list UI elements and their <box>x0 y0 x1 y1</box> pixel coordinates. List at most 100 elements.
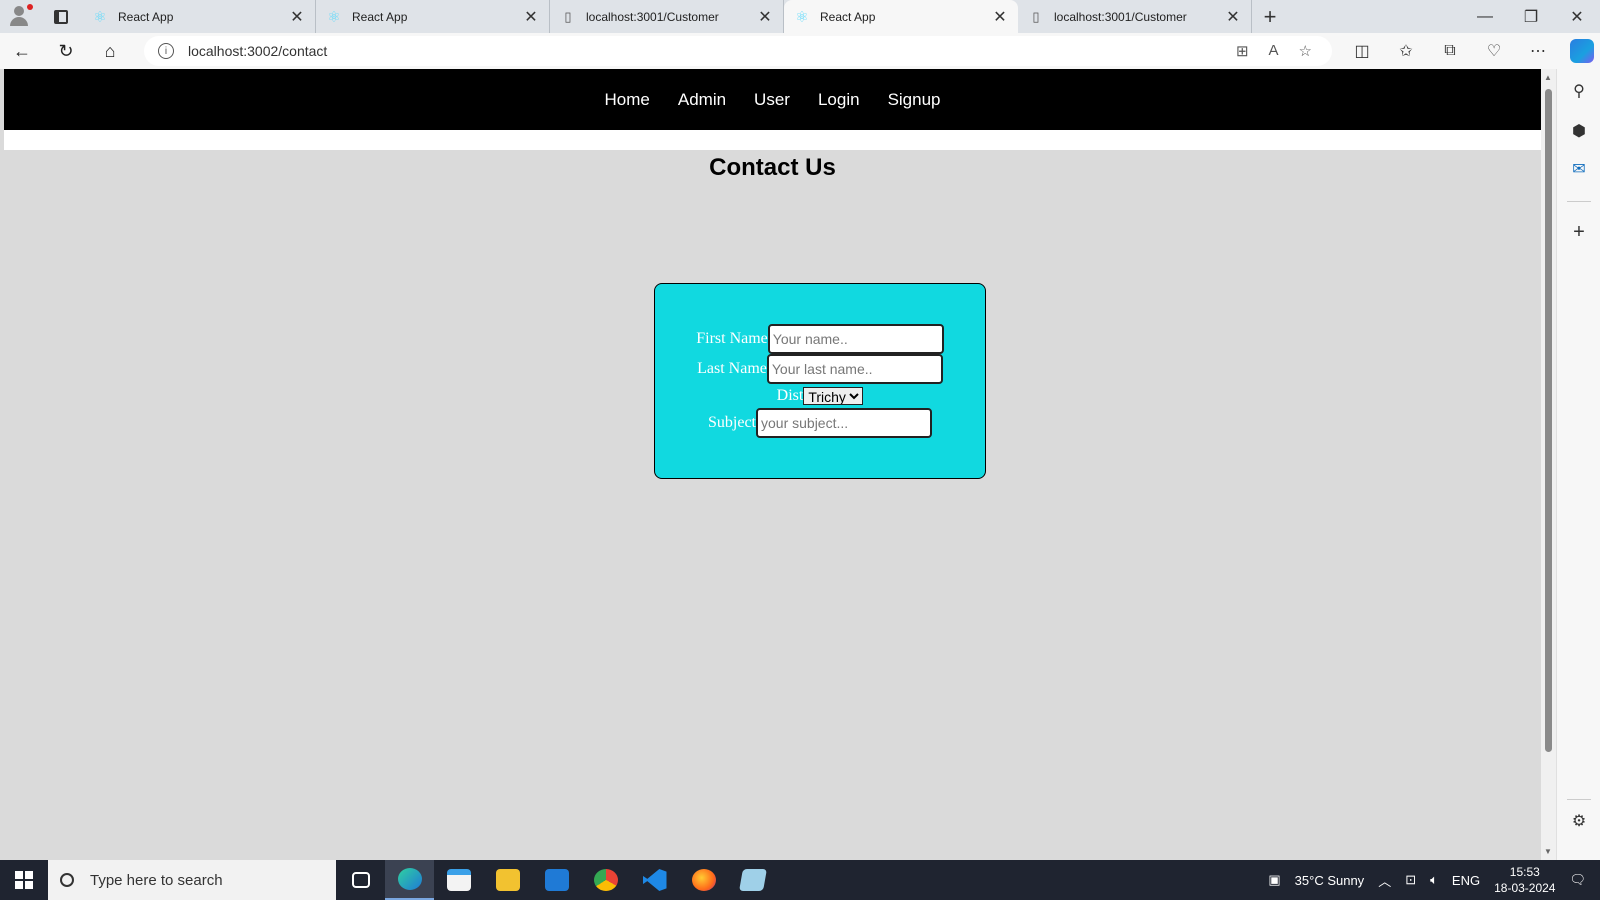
dist-select[interactable]: Trichy <box>803 387 864 405</box>
browser-tab[interactable]: ⚛ React App ✕ <box>316 0 550 33</box>
edge-sidebar: ⚲ ⬢ ✉ + ⚙ <box>1556 69 1600 860</box>
page-viewport: Home Admin User Login Signup Contact Us … <box>4 69 1541 860</box>
top-navbar: Home Admin User Login Signup <box>4 69 1541 130</box>
more-menu-icon[interactable]: ⋯ <box>1516 33 1560 69</box>
last-name-input[interactable] <box>766 354 943 384</box>
first-name-input[interactable] <box>767 324 944 354</box>
copilot-icon[interactable] <box>1570 39 1594 63</box>
app-available-icon[interactable]: ⊞ <box>1236 42 1249 60</box>
close-icon[interactable]: ✕ <box>523 7 539 27</box>
nav-link-user[interactable]: User <box>740 90 804 110</box>
dist-row: Dist Trichy <box>655 384 985 408</box>
nav-link-home[interactable]: Home <box>591 90 664 110</box>
tab-title: localhost:3001/Customer <box>1054 9 1187 24</box>
profile-avatar-icon[interactable] <box>0 0 40 33</box>
tab-title: localhost:3001/Customer <box>586 9 719 24</box>
scrollbar-thumb[interactable] <box>1545 89 1552 752</box>
microsoft-store-icon[interactable] <box>434 860 483 900</box>
search-icon <box>60 873 74 887</box>
clock-time: 15:53 <box>1509 865 1540 879</box>
first-name-label: First Name <box>696 330 768 347</box>
back-icon[interactable]: ← <box>0 33 44 69</box>
page-title: Contact Us <box>709 154 836 181</box>
notepad-icon[interactable] <box>728 860 777 900</box>
url-field[interactable]: i localhost:3002/contact ⊞ A ☆ <box>144 36 1332 66</box>
scroll-down-icon[interactable]: ▼ <box>1544 847 1552 856</box>
weather-icon[interactable]: ▣ <box>1268 872 1280 888</box>
firefox-icon[interactable] <box>679 860 728 900</box>
close-icon[interactable]: ✕ <box>1225 7 1241 27</box>
chevron-up-icon[interactable]: ︿ <box>1378 871 1391 890</box>
tab-title: React App <box>118 9 174 24</box>
browser-essentials-icon[interactable]: ♡ <box>1472 33 1516 69</box>
nav-link-signup[interactable]: Signup <box>874 90 955 110</box>
browser-tab-bar: ⚛ React App ✕ ⚛ React App ✕ ▯ localhost:… <box>0 0 1600 33</box>
nav-link-login[interactable]: Login <box>804 90 874 110</box>
collections-icon[interactable]: ⧉ <box>1428 33 1472 69</box>
clock-date: 18-03-2024 <box>1494 881 1556 895</box>
subject-label: Subject <box>708 414 756 431</box>
home-icon[interactable]: ⌂ <box>88 33 132 69</box>
browser-tab-active[interactable]: ⚛ React App ✕ <box>784 0 1018 33</box>
browser-tab[interactable]: ⚛ React App ✕ <box>82 0 316 33</box>
chrome-icon[interactable] <box>581 860 630 900</box>
contact-form: First Name Last Name Dist Trichy Subject <box>654 283 986 479</box>
scroll-up-icon[interactable]: ▲ <box>1544 73 1552 82</box>
windows-taskbar: Type here to search ▣ 35°C Sunny ︿ ⊡ 🔈︎ … <box>0 860 1600 900</box>
white-strip <box>4 130 1541 150</box>
react-icon: ⚛ <box>327 8 341 26</box>
url-text: localhost:3002/contact <box>188 43 328 59</box>
window-controls: — ❐ ✕ <box>1462 0 1600 33</box>
read-aloud-icon[interactable]: A <box>1269 42 1279 60</box>
favorites-icon[interactable]: ✩ <box>1384 33 1428 69</box>
tab-title: React App <box>352 9 408 24</box>
last-name-row: Last Name <box>655 354 985 384</box>
system-tray: ▣ 35°C Sunny ︿ ⊡ 🔈︎ ENG 15:53 18-03-2024… <box>1268 860 1600 900</box>
close-icon[interactable]: ✕ <box>757 7 773 27</box>
browser-tab[interactable]: ▯ localhost:3001/Customer ✕ <box>1018 0 1252 33</box>
page-icon: ▯ <box>1032 8 1040 24</box>
taskbar-search-box[interactable]: Type here to search <box>48 860 336 900</box>
clock[interactable]: 15:53 18-03-2024 <box>1494 864 1555 896</box>
notification-icon[interactable]: 🗨︎ <box>1569 872 1586 888</box>
search-icon[interactable]: ⚲ <box>1557 81 1600 101</box>
refresh-icon[interactable]: ↻ <box>44 33 88 69</box>
subject-row: Subject <box>655 408 985 438</box>
split-screen-icon[interactable]: ◫ <box>1340 33 1384 69</box>
nav-link-admin[interactable]: Admin <box>664 90 740 110</box>
tab-title: React App <box>820 9 876 24</box>
language-indicator[interactable]: ENG <box>1452 873 1480 888</box>
dist-label: Dist <box>776 387 804 404</box>
info-icon[interactable]: i <box>158 43 174 59</box>
close-window-icon[interactable]: ✕ <box>1554 0 1600 33</box>
page-icon: ▯ <box>564 8 572 24</box>
address-bar-row: ← ↻ ⌂ i localhost:3002/contact ⊞ A ☆ ◫ ✩… <box>0 33 1600 69</box>
react-icon: ⚛ <box>93 8 107 26</box>
new-tab-button[interactable]: + <box>1252 4 1288 30</box>
favorite-star-icon[interactable]: ☆ <box>1299 42 1312 60</box>
volume-icon[interactable]: 🔈︎ <box>1430 872 1438 888</box>
last-name-label: Last Name <box>697 360 767 377</box>
page-scrollbar[interactable]: ▲ ▼ <box>1541 69 1556 860</box>
settings-gear-icon[interactable]: ⚙ <box>1557 811 1600 831</box>
vscode-icon[interactable] <box>630 860 679 900</box>
restore-icon[interactable]: ❐ <box>1508 0 1554 33</box>
mail-icon[interactable] <box>532 860 581 900</box>
edge-browser-icon[interactable] <box>385 860 434 900</box>
close-icon[interactable]: ✕ <box>992 7 1008 27</box>
browser-tab[interactable]: ▯ localhost:3001/Customer ✕ <box>550 0 784 33</box>
close-icon[interactable]: ✕ <box>289 7 305 27</box>
subject-input[interactable] <box>756 408 932 438</box>
task-view-icon[interactable] <box>336 860 385 900</box>
taskbar-search-placeholder: Type here to search <box>90 871 223 889</box>
weather-text[interactable]: 35°C Sunny <box>1295 873 1365 888</box>
file-explorer-icon[interactable] <box>483 860 532 900</box>
tab-actions-icon[interactable] <box>40 0 82 33</box>
windows-start-icon[interactable] <box>0 871 48 889</box>
minimize-icon[interactable]: — <box>1462 0 1508 33</box>
react-icon: ⚛ <box>795 8 809 26</box>
network-icon[interactable]: ⊡ <box>1405 872 1416 888</box>
outlook-icon[interactable]: ✉ <box>1557 159 1600 179</box>
microsoft-365-icon[interactable]: ⬢ <box>1557 121 1600 141</box>
add-icon[interactable]: + <box>1557 221 1600 244</box>
